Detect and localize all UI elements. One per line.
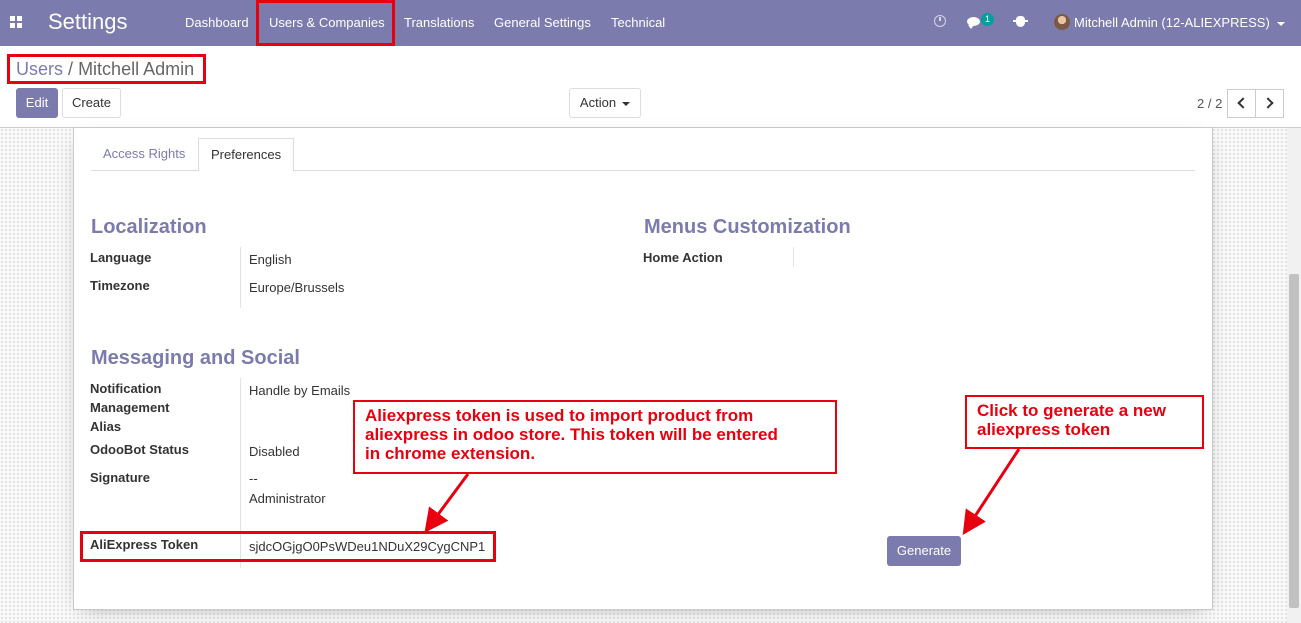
arrow-to-generate — [962, 448, 1021, 536]
arrow-to-token — [424, 473, 470, 533]
annotation-arrows — [424, 448, 1021, 536]
